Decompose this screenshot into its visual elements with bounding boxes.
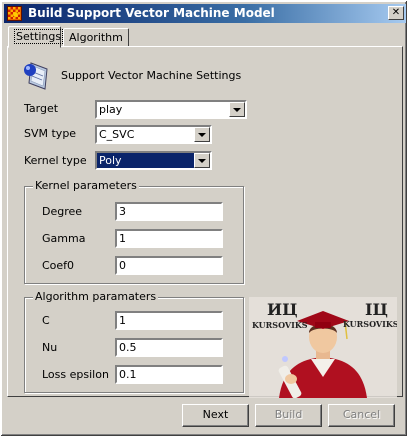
kernel-parameters-title: Kernel parameters <box>33 179 139 192</box>
coef0-input[interactable] <box>115 256 223 275</box>
gamma-label: Gamma <box>42 232 86 245</box>
window-title: Build Support Vector Machine Model <box>28 6 275 20</box>
svm-type-value: C_SVC <box>99 128 135 141</box>
algorithm-parameters-title: Algorithm paramaters <box>33 290 159 303</box>
svm-model-icon <box>24 62 48 90</box>
target-select[interactable]: play <box>95 100 247 119</box>
tab-settings-label: Settings <box>14 29 64 44</box>
svm-type-label: SVM type <box>24 127 77 140</box>
chevron-down-icon[interactable] <box>194 127 210 142</box>
degree-input[interactable] <box>115 202 223 221</box>
nu-label: Nu <box>42 341 58 354</box>
watermark-left-text: ИЦ <box>267 300 298 319</box>
tab-algorithm[interactable]: Algorithm <box>63 28 129 47</box>
watermark-left-brand: KURSOVIKS <box>252 320 308 330</box>
nu-input[interactable] <box>115 338 223 357</box>
watermark-right-brand: KURSOVIKS <box>343 319 397 329</box>
tab-settings[interactable]: Settings <box>8 26 64 48</box>
kernel-type-select[interactable]: Poly <box>95 151 212 170</box>
svm-type-select[interactable]: C_SVC <box>95 125 212 144</box>
kernel-parameters-group: Kernel parameters Degree Gamma Coef0 <box>24 179 244 284</box>
build-button[interactable]: Build <box>255 404 322 427</box>
loss-epsilon-label: Loss epsilon <box>42 368 109 381</box>
watermark-right-text: ІЦ <box>365 300 388 319</box>
target-value: play <box>99 103 123 116</box>
c-label: C <box>42 314 50 327</box>
section-header: Support Vector Machine Settings <box>61 69 242 82</box>
chevron-down-icon[interactable] <box>229 102 245 117</box>
coef0-label: Coef0 <box>42 259 75 272</box>
degree-label: Degree <box>42 205 83 218</box>
cancel-button[interactable]: Cancel <box>328 404 395 427</box>
c-input[interactable] <box>115 311 223 330</box>
close-button[interactable]: ✕ <box>388 6 404 20</box>
target-label: Target <box>24 102 59 115</box>
kernel-type-value: Poly <box>97 153 194 168</box>
title-bar[interactable]: Build Support Vector Machine Model ✕ <box>4 4 406 23</box>
tab-algorithm-label: Algorithm <box>69 31 123 44</box>
algorithm-parameters-group: Algorithm paramaters C Nu Loss epsilon <box>24 290 244 393</box>
dialog-window: Build Support Vector Machine Model ✕ Set… <box>0 0 408 437</box>
app-icon <box>7 6 22 21</box>
kernel-type-label: Kernel type <box>24 154 87 167</box>
loss-epsilon-input[interactable] <box>115 365 223 384</box>
chevron-down-icon[interactable] <box>194 153 210 168</box>
watermark-image: ИЦ KURSOVIKS ІЦ KURSOVIKS <box>249 297 397 398</box>
next-button[interactable]: Next <box>182 404 249 427</box>
gamma-input[interactable] <box>115 229 223 248</box>
